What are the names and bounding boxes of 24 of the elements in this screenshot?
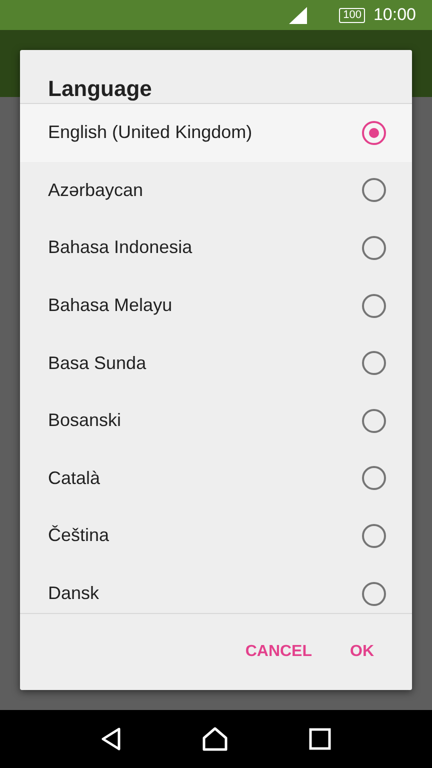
radio-button[interactable] (362, 524, 386, 548)
signal-icon (289, 6, 308, 24)
recent-apps-icon[interactable] (309, 728, 332, 750)
language-option[interactable]: Català (20, 450, 412, 508)
language-option[interactable]: Dansk (20, 564, 412, 613)
radio-button[interactable] (362, 408, 386, 433)
language-option[interactable]: Bahasa Melayu (20, 276, 412, 334)
language-option[interactable]: English (United Kingdom) (20, 104, 412, 162)
radio-button[interactable] (362, 466, 386, 490)
language-option[interactable]: Bahasa Indonesia (20, 219, 412, 277)
battery-icon: 100 (339, 8, 366, 22)
radio-button[interactable] (362, 582, 386, 606)
home-icon[interactable] (202, 727, 228, 751)
radio-button[interactable] (362, 120, 386, 145)
language-option[interactable]: Čeština (20, 507, 412, 565)
radio-button[interactable] (362, 236, 386, 260)
language-option[interactable]: Basa Sunda (20, 334, 412, 392)
back-icon[interactable] (100, 727, 121, 751)
clock: 10:00 (373, 5, 416, 25)
language-option[interactable]: Bosanski (20, 392, 412, 450)
radio-button[interactable] (362, 294, 386, 318)
radio-button[interactable] (362, 178, 386, 202)
radio-button[interactable] (362, 351, 386, 376)
language-option[interactable]: Azərbaycan (20, 162, 412, 220)
